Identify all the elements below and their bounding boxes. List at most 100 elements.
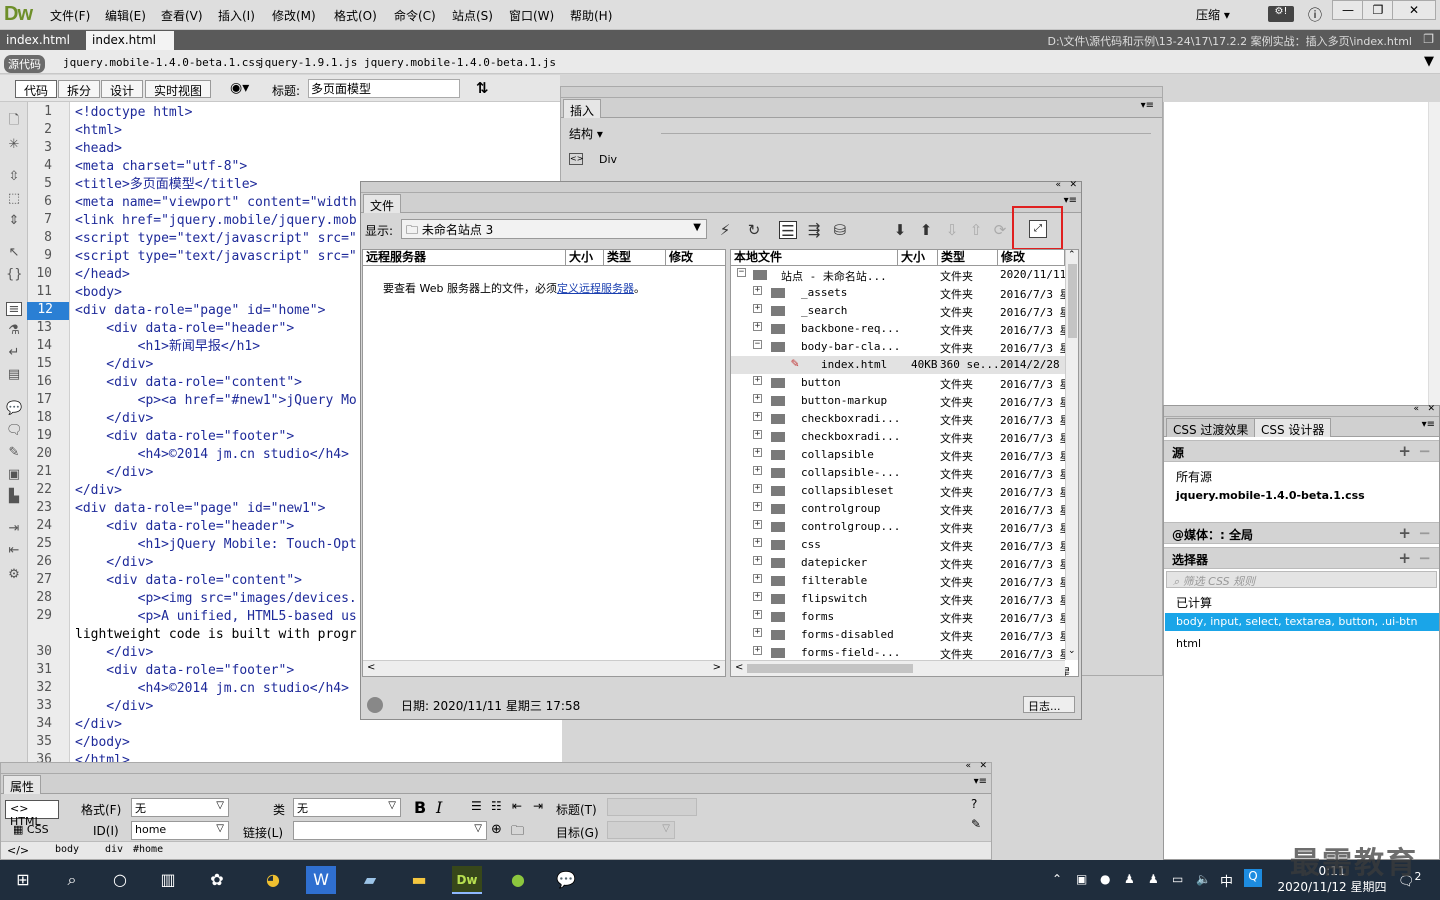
code-line[interactable]: <body> — [75, 284, 122, 302]
code-view-button[interactable]: 代码 — [15, 80, 58, 98]
expand-icon[interactable]: + — [753, 430, 762, 439]
add-icon[interactable]: + — [1398, 524, 1411, 542]
column-header[interactable]: 类型 — [604, 250, 666, 266]
menu-view[interactable]: 查看(V) — [161, 7, 203, 24]
balance-braces-icon[interactable]: {} — [6, 268, 23, 282]
html-rule[interactable]: html — [1176, 637, 1201, 650]
folder-row[interactable]: + button-markup 文件夹 2016/7/3 星 — [731, 392, 1071, 410]
expand-icon[interactable]: + — [753, 538, 762, 547]
css-source-item[interactable]: jquery.mobile-1.4.0-beta.1.css — [1176, 489, 1365, 502]
line-numbers-icon[interactable]: ≡ — [6, 302, 22, 317]
tag-div[interactable]: div — [105, 844, 123, 855]
select-parent-tag-icon[interactable]: ↖ — [6, 246, 22, 260]
menu-edit[interactable]: 编辑(E) — [105, 7, 146, 24]
collapse-icon[interactable]: « — [965, 761, 971, 771]
indent-icon[interactable]: ⇥ — [6, 522, 22, 536]
synchronize-icon[interactable]: ⟳ — [991, 221, 1009, 239]
html-mode-button[interactable]: <> HTML — [5, 800, 59, 828]
folder-row[interactable]: + backbone-req... 文件夹 2016/7/3 星 — [731, 320, 1071, 338]
filter-css-rules-input[interactable]: ⌕ 筛选 CSS 规则 — [1166, 571, 1437, 588]
bold-icon[interactable]: B — [414, 798, 426, 817]
pinwheel-app-icon[interactable]: ✿ — [202, 866, 232, 894]
folder-row[interactable]: + forms 文件夹 2016/7/3 星 — [731, 608, 1071, 626]
filter-icon[interactable]: ▼ — [1424, 54, 1434, 69]
unordered-list-icon[interactable]: ☰ — [471, 799, 482, 813]
code-line[interactable]: </body> — [75, 734, 130, 752]
scrollbar[interactable] — [1428, 102, 1440, 405]
expand-icon[interactable]: + — [753, 574, 762, 583]
code-line[interactable]: <div data-role="header"> — [75, 518, 294, 536]
code-line[interactable]: <p><a href="#new1">jQuery Mo — [75, 392, 357, 410]
folder-row[interactable]: + flipswitch 文件夹 2016/7/3 星 — [731, 590, 1071, 608]
qq-tray-icon[interactable]: ♟ — [1124, 872, 1135, 886]
menu-site[interactable]: 站点(S) — [452, 7, 493, 24]
code-line[interactable]: <div data-role="page" id="home"> — [75, 302, 325, 320]
code-line[interactable]: <h4>©2014 jm.cn studio</h4> — [75, 446, 349, 464]
expand-icon[interactable]: + — [753, 502, 762, 511]
expand-icon[interactable]: + — [753, 412, 762, 421]
code-line[interactable]: <title>多页面模型</title> — [75, 176, 257, 194]
file-explorer-icon[interactable]: ▬ — [404, 866, 434, 894]
task-view-icon[interactable]: ▥ — [153, 866, 183, 894]
folder-row[interactable]: + collapsible-... 文件夹 2016/7/3 星 — [731, 464, 1071, 482]
horizontal-scrollbar[interactable]: < > — [363, 660, 725, 676]
windows-start-icon[interactable]: ⊞ — [8, 866, 38, 894]
folder-row[interactable]: + filterable 文件夹 2016/7/3 星 — [731, 572, 1071, 590]
code-line[interactable]: <div data-role="footer"> — [75, 428, 294, 446]
column-header[interactable]: 修改 — [666, 250, 725, 266]
qq-icon[interactable]: Q — [1244, 869, 1262, 887]
class-select[interactable]: 无 ▽ — [293, 798, 401, 817]
tab-css-transitions[interactable]: CSS 过渡效果 — [1166, 418, 1256, 437]
recent-snippets-icon[interactable]: ▣ — [6, 468, 22, 482]
network-icon[interactable]: ▭ — [1172, 872, 1183, 886]
folder-row[interactable]: − body-bar-cla... 文件夹 2016/7/3 星 — [731, 338, 1071, 356]
add-icon[interactable]: + — [1398, 549, 1411, 567]
tag-body[interactable]: body — [55, 844, 79, 855]
expand-icon[interactable]: + — [753, 484, 762, 493]
code-line[interactable]: </div> — [75, 464, 153, 482]
code-line[interactable]: lightweight code is built with progr — [75, 626, 357, 644]
computed-item[interactable]: 已计算 — [1176, 594, 1212, 611]
column-header[interactable]: 大小 — [898, 250, 938, 266]
restore-button[interactable]: ❐ — [1362, 0, 1394, 20]
link-input[interactable]: ▽ — [293, 821, 487, 840]
scroll-up-icon[interactable]: ⌃ — [1068, 250, 1076, 260]
ime-indicator[interactable]: 中 — [1220, 871, 1233, 890]
collapse-icon[interactable]: − — [753, 340, 762, 349]
code-line[interactable]: <script type="text/javascript" src=" — [75, 230, 357, 248]
search-icon[interactable]: ⌕ — [57, 866, 87, 894]
code-line[interactable]: </div> — [75, 554, 153, 572]
check-out-icon[interactable]: ⇩ — [943, 221, 961, 239]
volume-icon[interactable]: 🔈 — [1196, 872, 1211, 886]
tab-properties[interactable]: 属性 — [3, 775, 42, 794]
css-mode-button[interactable]: ▦ CSS — [13, 823, 49, 836]
folder-row[interactable]: + forms-disabled 文件夹 2016/7/3 星 — [731, 626, 1071, 644]
tab-index-html-2[interactable]: index.html × — [86, 31, 174, 61]
column-header[interactable]: 大小 — [566, 250, 604, 266]
watermelon-app-icon[interactable]: ● — [503, 866, 533, 894]
close-button[interactable]: ✕ — [1392, 0, 1436, 20]
expand-icon[interactable]: + — [753, 394, 762, 403]
selected-rule[interactable]: body, input, select, textarea, button, .… — [1165, 613, 1439, 631]
code-line[interactable]: <div data-role="page" id="new1"> — [75, 500, 325, 518]
expand-icon[interactable]: + — [753, 286, 762, 295]
highlight-invalid-icon[interactable]: ⚗ — [6, 324, 22, 338]
folder-row[interactable]: + controlgroup... 文件夹 2016/7/3 星 — [731, 518, 1071, 536]
column-header[interactable]: 本地文件 — [731, 250, 898, 266]
tab-css-designer[interactable]: CSS 设计器 — [1254, 418, 1332, 437]
expand-icon[interactable]: + — [753, 466, 762, 475]
code-line[interactable]: <!doctype html> — [75, 104, 192, 122]
related-file[interactable]: jquery-1.9.1.js — [258, 56, 357, 69]
view-site-files-icon[interactable]: ☰ — [779, 221, 797, 240]
file-row[interactable]: ✎ index.html 40KB 360 se... 2014/2/28 ! — [731, 356, 1073, 374]
scroll-down-icon[interactable]: ⌄ — [1068, 646, 1076, 656]
folder-row[interactable]: + _assets 文件夹 2016/7/3 星 — [731, 284, 1071, 302]
panel-menu-icon[interactable]: ▾≡ — [1141, 100, 1154, 111]
italic-icon[interactable]: I — [436, 798, 442, 817]
word-wrap-icon[interactable]: ↵ — [6, 346, 22, 360]
format-select[interactable]: 无 ▽ — [131, 798, 229, 817]
code-line[interactable]: <h1>jQuery Mobile: Touch-Opt — [75, 536, 357, 554]
help-icon[interactable]: ? — [971, 797, 977, 811]
folder-row[interactable]: + checkboxradi... 文件夹 2016/7/3 星 — [731, 428, 1071, 446]
format-source-icon[interactable]: ⚙ — [6, 568, 22, 582]
